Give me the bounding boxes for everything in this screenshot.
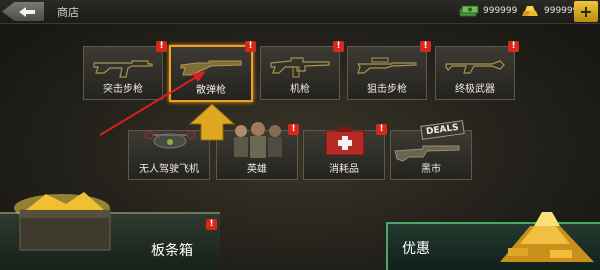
deals-label: 优惠 (402, 241, 430, 257)
notification-badge: ! (206, 219, 217, 230)
crate-banner[interactable]: 板条箱 (0, 192, 220, 270)
deals-banner[interactable]: 优惠 (386, 212, 600, 270)
gold-pile-icon (500, 212, 594, 262)
crate-label: 板条箱 (151, 243, 193, 259)
guide-arrow (99, 75, 199, 136)
crate-icon (14, 192, 111, 251)
guide-arrowhead (192, 71, 206, 82)
up-arrow-icon (188, 103, 236, 141)
